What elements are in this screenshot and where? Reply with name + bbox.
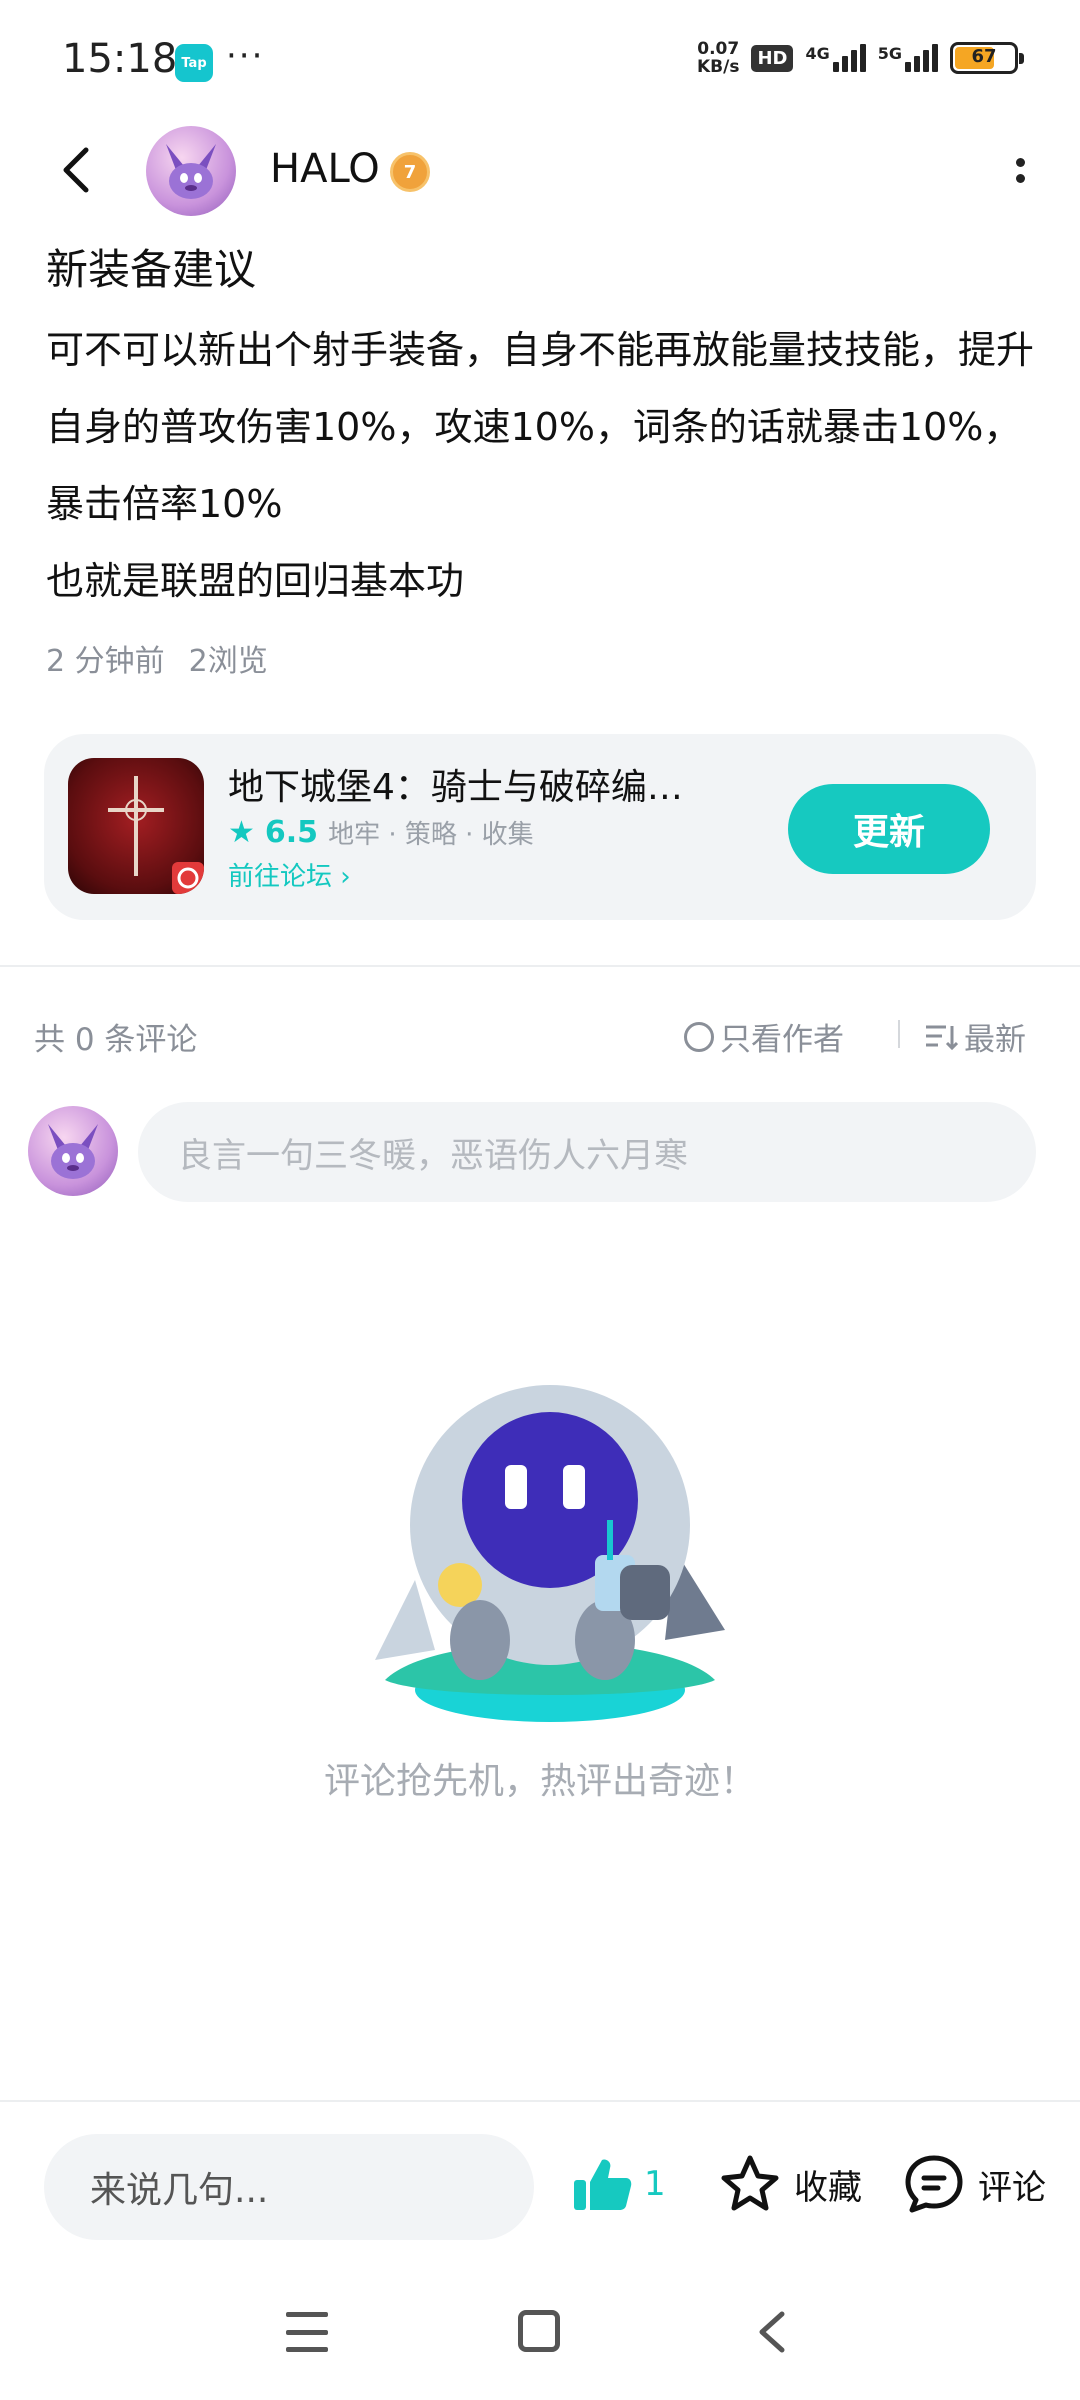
empty-comments-robot-illustration bbox=[375, 1385, 725, 1722]
signal-4g-icon: 4G bbox=[805, 44, 866, 72]
radio-circle-icon bbox=[684, 1021, 714, 1052]
comment-bubble-icon bbox=[905, 2155, 963, 2213]
sort-divider bbox=[898, 1020, 900, 1048]
more-notifications-icon: ··· bbox=[226, 36, 265, 76]
section-divider bbox=[0, 965, 1080, 967]
sword-emblem-icon bbox=[108, 776, 204, 894]
sort-toggle[interactable]: 最新 bbox=[924, 1014, 1026, 1059]
signal-5g-label: 5G bbox=[877, 44, 902, 63]
hd-icon: HD bbox=[751, 44, 794, 72]
post-meta: 2 分钟前 2浏览 bbox=[46, 636, 268, 680]
post-views: 2浏览 bbox=[188, 644, 268, 679]
status-indicators: 0.07 KB/s HD 4G 5G 67 bbox=[697, 40, 1024, 76]
back-arrow-icon[interactable] bbox=[50, 142, 106, 198]
go-to-forum-link[interactable]: 前往论坛 › bbox=[228, 856, 351, 893]
level-badge-icon: 7 bbox=[390, 152, 430, 192]
comments-header: 共 0 条评论 只看作者 最新 bbox=[0, 1000, 1080, 1066]
star-icon: ★ bbox=[228, 815, 255, 850]
game-tags: 地牢 · 策略 · 收集 bbox=[328, 820, 534, 850]
battery-level: 67 bbox=[971, 46, 997, 67]
like-count: 1 bbox=[644, 2164, 666, 2204]
battery-icon: 67 bbox=[950, 42, 1024, 74]
favorite-button[interactable]: 收藏 bbox=[718, 2152, 862, 2216]
status-bar: 15:18 Tap ··· 0.07 KB/s HD 4G 5G 67 bbox=[0, 0, 1080, 120]
update-button[interactable]: 更新 bbox=[788, 784, 990, 874]
system-back-icon[interactable] bbox=[752, 2308, 792, 2356]
sort-label: 最新 bbox=[964, 1022, 1026, 1058]
empty-state-text: 评论抢先机，热评出奇迹！ bbox=[323, 1761, 756, 1802]
reply-input[interactable]: 来说几句... bbox=[44, 2134, 534, 2240]
game-icon[interactable] bbox=[68, 758, 204, 894]
game-rating: 6.5 bbox=[264, 815, 319, 850]
game-rating-row: ★ 6.5 地牢 · 策略 · 收集 bbox=[228, 814, 534, 851]
taptap-app-icon: Tap bbox=[175, 44, 213, 82]
home-icon[interactable] bbox=[518, 2310, 560, 2352]
more-options-icon[interactable] bbox=[1010, 150, 1030, 190]
comment-input[interactable]: 良言一句三冬暖，恶语伤人六月寒 bbox=[138, 1102, 1036, 1202]
system-nav-bar bbox=[0, 2270, 1080, 2400]
post-body-paragraph-2: 也就是联盟的回归基本功 bbox=[46, 559, 465, 603]
game-title[interactable]: 地下城堡4：骑士与破碎编… bbox=[228, 758, 683, 810]
chevron-right-icon: › bbox=[340, 862, 351, 892]
my-avatar bbox=[28, 1106, 118, 1196]
bottom-action-bar: 来说几句... 1 收藏 评论 bbox=[0, 2100, 1080, 2270]
signal-4g-label: 4G bbox=[805, 44, 830, 63]
recent-apps-icon[interactable] bbox=[286, 2312, 328, 2352]
post-time: 2 分钟前 bbox=[46, 644, 165, 679]
network-speed: 0.07 KB/s bbox=[697, 40, 739, 76]
forum-link-label: 前往论坛 bbox=[228, 862, 333, 892]
status-time: 15:18 bbox=[62, 36, 178, 82]
author-name[interactable]: HALO bbox=[270, 146, 380, 192]
like-button[interactable]: 1 bbox=[570, 2152, 666, 2216]
thumbs-up-icon bbox=[574, 2159, 632, 2210]
bat-mascot-icon bbox=[166, 144, 216, 199]
star-outline-icon bbox=[721, 2155, 779, 2211]
comment-button[interactable]: 评论 bbox=[902, 2152, 1046, 2216]
game-card[interactable]: 地下城堡4：骑士与破碎编… ★ 6.5 地牢 · 策略 · 收集 前往论坛 › … bbox=[44, 734, 1036, 920]
signal-5g-icon: 5G bbox=[878, 44, 938, 72]
comment-count: 共 0 条评论 bbox=[34, 1022, 198, 1058]
bat-mascot-icon bbox=[48, 1124, 98, 1179]
post-body-paragraph: 可不可以新出个射手装备，自身不能再放能量技技能，提升自身的普攻伤害10%，攻速1… bbox=[46, 328, 1035, 526]
post-body: 可不可以新出个射手装备，自身不能再放能量技技能，提升自身的普攻伤害10%，攻速1… bbox=[46, 312, 1036, 620]
sort-icon bbox=[926, 1025, 958, 1050]
author-only-toggle[interactable]: 只看作者 bbox=[684, 1014, 844, 1059]
post-title: 新装备建议 bbox=[46, 245, 257, 294]
author-avatar[interactable] bbox=[146, 126, 236, 216]
author-only-label: 只看作者 bbox=[720, 1022, 844, 1058]
post-header: HALO 7 bbox=[0, 120, 1080, 220]
network-speed-value: 0.07 bbox=[697, 39, 740, 59]
favorite-label: 收藏 bbox=[794, 2167, 862, 2208]
comment-label: 评论 bbox=[978, 2167, 1046, 2208]
network-speed-unit: KB/s bbox=[696, 57, 740, 77]
